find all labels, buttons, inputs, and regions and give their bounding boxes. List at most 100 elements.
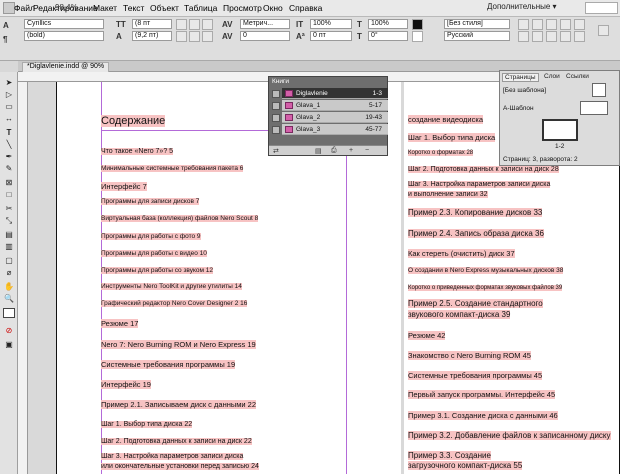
menu-item-2[interactable]: Макет: [93, 3, 117, 13]
subscript-button[interactable]: [189, 31, 200, 42]
menu-item-3[interactable]: Текст: [123, 3, 144, 13]
a-master-thumb[interactable]: [580, 101, 608, 115]
drop-cap-button[interactable]: [546, 31, 557, 42]
remove-document-icon[interactable]: −: [365, 147, 369, 154]
justify-button[interactable]: [560, 19, 571, 30]
toc-entry: Программы для работы со звуком 12: [101, 267, 214, 274]
panel-menu-button[interactable]: [598, 25, 609, 36]
toc-entry: загрузочного компакт-диска 55: [408, 461, 523, 470]
book-document-pages: 45-77: [365, 126, 382, 133]
gradient-tool-icon[interactable]: ▤: [3, 230, 15, 240]
tab-pages[interactable]: Страницы: [502, 73, 539, 82]
kerning-field[interactable]: Метрич...: [240, 19, 290, 29]
menu-item-8[interactable]: Справка: [289, 3, 322, 13]
zoom-tool-icon[interactable]: 🔍: [3, 294, 15, 304]
selection-tool-icon[interactable]: ➤: [3, 78, 15, 88]
align-center-button[interactable]: [532, 19, 543, 30]
book-document-row[interactable]: Glava_2 19-43: [282, 112, 388, 123]
justify-all-button[interactable]: [574, 19, 585, 30]
toc-entry: Системные требования программы 45: [408, 371, 543, 380]
page-tool-icon[interactable]: ▭: [3, 102, 15, 112]
toc-entry: Как стереть (очистить) диск 37: [408, 249, 515, 258]
book-document-row[interactable]: Diglavlenie 1-3: [282, 88, 388, 99]
indent-right-button[interactable]: [532, 31, 543, 42]
indent-left-button[interactable]: [518, 31, 529, 42]
menu-item-6[interactable]: Просмотр: [223, 3, 262, 13]
leading-field[interactable]: (9,2 пт): [132, 31, 172, 41]
fill-stroke-icon[interactable]: [3, 308, 15, 318]
tracking-field[interactable]: 0: [240, 31, 290, 41]
hand-tool-icon[interactable]: ✋: [3, 282, 15, 292]
menu-item-5[interactable]: Таблица: [184, 3, 217, 13]
baseline-shift-field[interactable]: 0 пт: [310, 31, 352, 41]
font-style-field[interactable]: (bold): [24, 31, 104, 41]
font-family-field[interactable]: Cyrillics: [24, 19, 104, 29]
workspace-switcher[interactable]: Дополнительные ▾: [487, 2, 585, 14]
strikethrough-button[interactable]: [202, 31, 213, 42]
document-tab[interactable]: *Diglavlenie.indd @ 90%: [22, 62, 110, 72]
eyedropper-tool-icon[interactable]: ⌀: [3, 268, 15, 278]
pencil-tool-icon[interactable]: ✎: [3, 164, 15, 174]
type-tool-icon[interactable]: T: [3, 128, 15, 138]
pen-tool-icon[interactable]: ✒: [3, 152, 15, 162]
book-document-row[interactable]: Glava_1 5-17: [282, 100, 388, 111]
paragraph-mode-icon[interactable]: ¶: [3, 35, 7, 44]
a-master-label[interactable]: A-Шаблон: [503, 105, 534, 112]
rectangle-frame-tool-icon[interactable]: ⊠: [3, 178, 15, 188]
zoom-level[interactable]: 98,4%: [55, 3, 78, 12]
bullets-button[interactable]: [560, 31, 571, 42]
skew-field[interactable]: 0°: [368, 31, 408, 41]
toc-entry: Пример 3.1. Создание диска с данными 46: [408, 411, 558, 420]
character-mode-icon[interactable]: A: [3, 21, 9, 30]
spread-thumb[interactable]: [542, 119, 578, 141]
superscript-button[interactable]: [189, 19, 200, 30]
book-row-checkbox[interactable]: [272, 114, 280, 122]
gap-tool-icon[interactable]: ↔: [3, 114, 15, 124]
menu-item-7[interactable]: Окно: [263, 3, 283, 13]
vertical-scale-field[interactable]: 100%: [310, 19, 352, 29]
stroke-color-swatch[interactable]: [412, 31, 423, 42]
small-caps-button[interactable]: [176, 31, 187, 42]
screen-mode-icon[interactable]: ▣: [3, 340, 15, 350]
search-input[interactable]: [585, 2, 618, 14]
align-left-button[interactable]: [518, 19, 529, 30]
book-row-checkbox[interactable]: [272, 102, 280, 110]
note-tool-icon[interactable]: ▢: [3, 256, 15, 266]
underline-button[interactable]: [202, 19, 213, 30]
horizontal-scale-field[interactable]: 100%: [368, 19, 408, 29]
vertical-ruler[interactable]: [18, 82, 28, 474]
align-right-button[interactable]: [546, 19, 557, 30]
direct-selection-tool-icon[interactable]: ▷: [3, 90, 15, 100]
tab-links[interactable]: Ссылки: [564, 73, 591, 82]
toc-entry: О создании в Nero Express музыкальных ди…: [408, 267, 564, 274]
scissors-tool-icon[interactable]: ✂: [3, 204, 15, 214]
menu-item-0[interactable]: Файл: [14, 3, 35, 13]
free-transform-tool-icon[interactable]: ⤡: [3, 216, 15, 226]
numbering-button[interactable]: [574, 31, 585, 42]
toc-entry: создание видеодиска: [408, 115, 483, 124]
apply-none-icon[interactable]: ⊘: [3, 326, 15, 336]
book-document-row[interactable]: Glava_3 45-77: [282, 124, 388, 135]
gradient-feather-tool-icon[interactable]: ▥: [3, 242, 15, 252]
rectangle-tool-icon[interactable]: □: [3, 190, 15, 200]
all-caps-button[interactable]: [176, 19, 187, 30]
toc-entry: Пример 2.3. Копирование дисков 33: [408, 208, 543, 217]
fill-color-swatch[interactable]: [412, 19, 423, 30]
control-panel: A ¶ Cyrillics (bold) TT (8 пт A (9,2 пт)…: [0, 17, 620, 61]
character-style-field[interactable]: [Без стиля]: [444, 19, 510, 29]
book-row-checkbox[interactable]: [272, 90, 280, 98]
language-field[interactable]: Русский: [444, 31, 510, 41]
menu-item-4[interactable]: Объект: [150, 3, 179, 13]
add-document-icon[interactable]: +: [349, 147, 353, 154]
book-panel: Книги Diglavlenie 1-3 Glava_1 5-17 Glava_2 19…: [268, 76, 388, 156]
line-tool-icon[interactable]: ╲: [3, 140, 15, 150]
print-book-icon[interactable]: ⎙: [331, 147, 337, 155]
save-book-icon[interactable]: ▤: [315, 147, 322, 155]
tab-layers[interactable]: Слои: [542, 73, 562, 82]
book-row-checkbox[interactable]: [272, 126, 280, 134]
toc-entry: Минимальные системные требования пакета …: [101, 165, 244, 172]
none-master-thumb[interactable]: [592, 83, 606, 97]
none-master-label[interactable]: [Без шаблона]: [503, 87, 546, 94]
sync-icon[interactable]: ⇄: [273, 147, 279, 155]
font-size-field[interactable]: (8 пт: [132, 19, 172, 29]
